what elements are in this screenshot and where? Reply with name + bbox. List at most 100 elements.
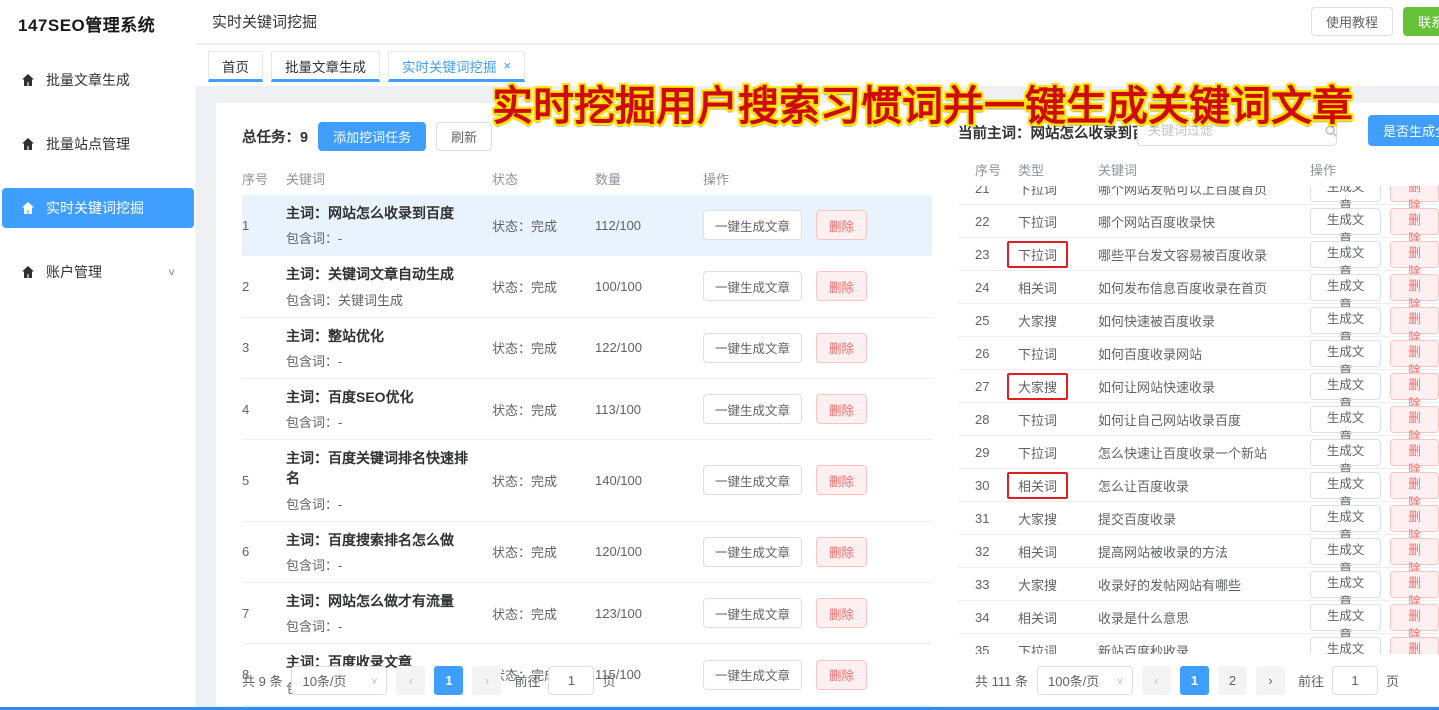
prev-page-button[interactable]: ‹	[396, 666, 425, 695]
keyword-panel: 当前主词：网站怎么收录到百度 是否生成全部 序号 类型 关键词 操作 21下拉词…	[958, 103, 1439, 706]
generate-article-button[interactable]: 生成文章	[1310, 274, 1381, 301]
sidebar-item-realtime-keyword[interactable]: 实时关键词挖掘	[2, 188, 194, 228]
generate-all-button[interactable]: 是否生成全部	[1368, 115, 1439, 146]
keyword-index: 33	[975, 577, 1018, 592]
tab-batch-article[interactable]: 批量文章生成	[271, 51, 380, 82]
generate-article-button[interactable]: 一键生成文章	[703, 537, 802, 567]
generate-article-button[interactable]: 生成文章	[1310, 637, 1381, 655]
tutorial-button[interactable]: 使用教程	[1311, 7, 1393, 36]
task-main-word: 主词：网站怎么做才有流量	[286, 591, 476, 611]
keyword-type-highlight-box: 下拉词	[1007, 241, 1068, 268]
delete-button[interactable]: 删除	[1390, 307, 1439, 334]
delete-button[interactable]: 删除	[1390, 274, 1439, 301]
delete-button[interactable]: 删除	[1390, 241, 1439, 268]
generate-article-button[interactable]: 生成文章	[1310, 307, 1381, 334]
keyword-row: 21下拉词哪个网站发帖可以上百度首页生成文章删除	[958, 186, 1439, 205]
delete-button[interactable]: 删除	[816, 271, 867, 301]
keyword-type-highlight-box: 相关词	[1007, 472, 1068, 499]
generate-article-button[interactable]: 生成文章	[1310, 241, 1381, 268]
tab-home[interactable]: 首页	[208, 51, 263, 82]
generate-article-button[interactable]: 生成文章	[1310, 439, 1381, 466]
generate-article-button[interactable]: 一键生成文章	[703, 598, 802, 628]
delete-button[interactable]: 删除	[816, 660, 867, 690]
generate-article-button[interactable]: 生成文章	[1310, 505, 1381, 532]
delete-button[interactable]: 删除	[1390, 505, 1439, 532]
keyword-type: 下拉词	[1018, 347, 1057, 362]
task-row: 1主词：网站怎么收录到百度包含词：-状态：完成112/100一键生成文章删除	[242, 195, 932, 256]
add-task-button[interactable]: 添加挖词任务	[318, 122, 426, 151]
generate-article-button[interactable]: 生成文章	[1310, 406, 1381, 433]
delete-button[interactable]: 删除	[1390, 571, 1439, 598]
delete-button[interactable]: 删除	[816, 598, 867, 628]
delete-button[interactable]: 删除	[1390, 604, 1439, 631]
delete-button[interactable]: 删除	[816, 210, 867, 240]
sidebar-item-account[interactable]: 账户管理∨	[2, 252, 194, 292]
keyword-index: 32	[975, 544, 1018, 559]
task-index: 3	[242, 340, 286, 355]
keyword-row: 35下拉词新站百度秒收录生成文章删除	[958, 634, 1439, 654]
keyword-index: 31	[975, 511, 1018, 526]
sidebar-item-batch-article[interactable]: 批量文章生成	[2, 60, 194, 100]
delete-button[interactable]: 删除	[1390, 538, 1439, 565]
keyword-index: 21	[975, 186, 1018, 196]
delete-button[interactable]: 删除	[1390, 472, 1439, 499]
generate-article-button[interactable]: 一键生成文章	[703, 333, 802, 363]
generate-article-button[interactable]: 生成文章	[1310, 538, 1381, 565]
generate-article-button[interactable]: 一键生成文章	[703, 465, 802, 495]
goto-page-input[interactable]	[548, 666, 594, 695]
sidebar-item-batch-site[interactable]: 批量站点管理	[2, 124, 194, 164]
generate-article-button[interactable]: 生成文章	[1310, 604, 1381, 631]
delete-button[interactable]: 删除	[816, 465, 867, 495]
generate-article-button[interactable]: 生成文章	[1310, 571, 1381, 598]
delete-button[interactable]: 删除	[816, 394, 867, 424]
keyword-type-cell: 下拉词	[1018, 410, 1098, 429]
generate-article-button[interactable]: 一键生成文章	[703, 210, 802, 240]
delete-button[interactable]: 删除	[1390, 637, 1439, 655]
refresh-button[interactable]: 刷新	[436, 122, 492, 151]
task-keyword-cell: 主词：整站优化包含词：-	[286, 326, 492, 370]
generate-article-button[interactable]: 生成文章	[1310, 472, 1381, 499]
keyword-row: 34相关词收录是什么意思生成文章删除	[958, 601, 1439, 634]
generate-article-button[interactable]: 一键生成文章	[703, 660, 802, 690]
generate-article-button[interactable]: 生成文章	[1310, 340, 1381, 367]
task-status: 状态：完成	[492, 471, 595, 490]
delete-button[interactable]: 删除	[1390, 406, 1439, 433]
prev-page-button[interactable]: ‹	[1142, 666, 1171, 695]
delete-button[interactable]: 删除	[1390, 439, 1439, 466]
generate-article-button[interactable]: 一键生成文章	[703, 394, 802, 424]
page-size-select[interactable]: 10条/页∨	[291, 666, 387, 695]
col-count: 数量	[595, 169, 703, 188]
delete-button[interactable]: 删除	[816, 537, 867, 567]
chevron-down-icon: ∨	[167, 266, 176, 277]
delete-button[interactable]: 删除	[1390, 340, 1439, 367]
keyword-index: 25	[975, 313, 1018, 328]
task-index: 5	[242, 473, 286, 488]
delete-button[interactable]: 删除	[1390, 208, 1439, 235]
keyword-type-cell: 大家搜	[1018, 575, 1098, 594]
generate-article-button[interactable]: 一键生成文章	[703, 271, 802, 301]
task-main-word: 主词：百度搜索排名怎么做	[286, 530, 476, 550]
close-icon[interactable]: ×	[504, 59, 512, 72]
page-button-2[interactable]: 2	[1218, 666, 1247, 695]
task-index: 4	[242, 402, 286, 417]
delete-button[interactable]: 删除	[1390, 186, 1439, 202]
keyword-table-scroll-area[interactable]: 21下拉词哪个网站发帖可以上百度首页生成文章删除22下拉词哪个网站百度收录快生成…	[958, 186, 1439, 654]
keyword-row: 28下拉词如何让自己网站收录百度生成文章删除	[958, 403, 1439, 436]
content-card: 总任务：9 添加挖词任务 刷新 序号 关键词 状态 数量 操作 1主词：网站怎么…	[216, 103, 1439, 706]
delete-button[interactable]: 删除	[816, 333, 867, 363]
keyword-type: 相关词	[1018, 611, 1057, 626]
generate-article-button[interactable]: 生成文章	[1310, 373, 1381, 400]
generate-article-button[interactable]: 生成文章	[1310, 208, 1381, 235]
keyword-type: 相关词	[1018, 281, 1057, 296]
generate-article-button[interactable]: 生成文章	[1310, 186, 1381, 202]
goto-page-input[interactable]	[1332, 666, 1378, 695]
contact-button[interactable]: 联系客服	[1403, 7, 1439, 36]
page-button-1[interactable]: 1	[1180, 666, 1209, 695]
page-button-1[interactable]: 1	[434, 666, 463, 695]
page-size-select[interactable]: 100条/页∨	[1037, 666, 1133, 695]
task-keyword-cell: 主词：百度关键词排名快速排名包含词：-	[286, 448, 492, 513]
keyword-type: 下拉词	[1018, 413, 1057, 428]
delete-button[interactable]: 删除	[1390, 373, 1439, 400]
next-page-button[interactable]: ›	[472, 666, 501, 695]
next-page-button[interactable]: ›	[1256, 666, 1285, 695]
